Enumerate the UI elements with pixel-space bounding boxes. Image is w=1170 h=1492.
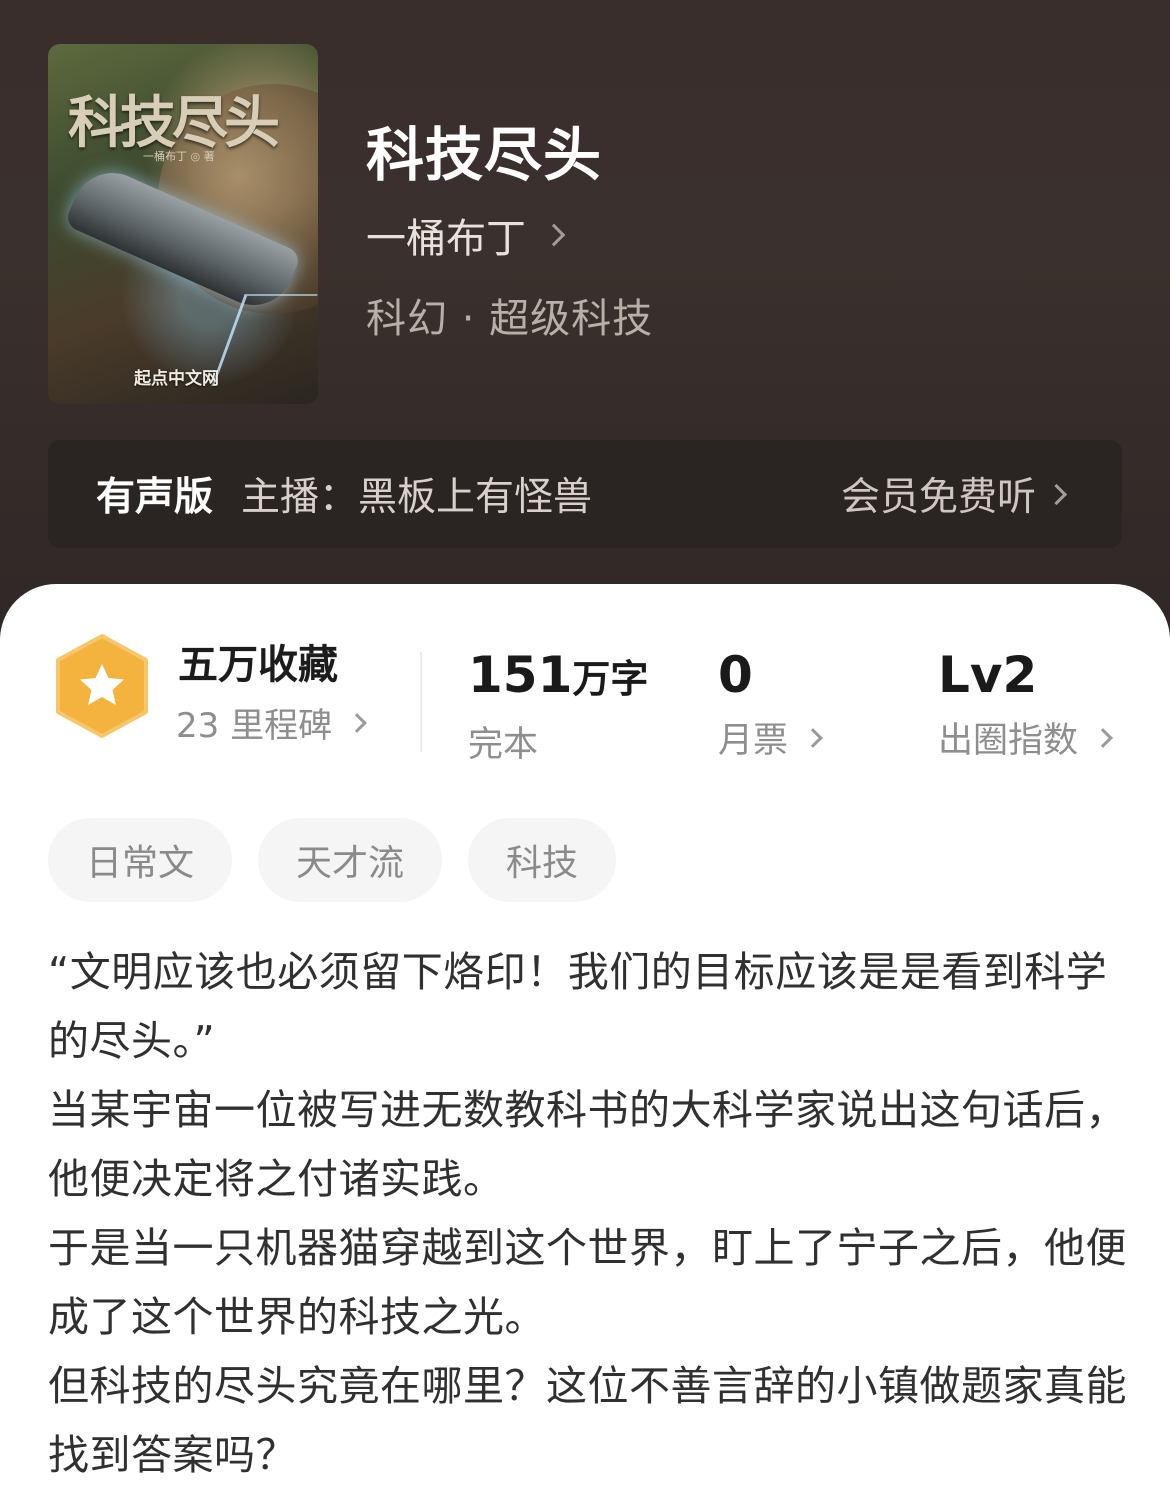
- book-cover[interactable]: 科技尽头 一桶布丁 ◎ 著 起点中文网: [48, 44, 318, 404]
- cover-author: 一桶布丁 ◎ 著: [143, 150, 215, 163]
- book-synopsis[interactable]: “文明应该也必须留下烙印！我们的目标应该是是看到科学的尽头。” 当某宇宙一位被写…: [48, 938, 1128, 1490]
- tag-chip[interactable]: 天才流: [258, 818, 443, 902]
- tag-list: 日常文 天才流 科技: [48, 818, 617, 902]
- synopsis-paragraph: “文明应该也必须留下烙印！我们的目标应该是是看到科学的尽头。”: [48, 948, 1108, 1065]
- chevron-right-icon: [1045, 483, 1068, 505]
- word-count-stat: 151万字 完本: [468, 646, 648, 767]
- monthly-votes-label: 月票: [718, 721, 789, 761]
- monthly-votes-value: 0: [718, 646, 753, 704]
- popularity-level-value: Lv2: [938, 646, 1038, 704]
- book-title: 科技尽头: [366, 121, 603, 189]
- milestone-count: 23 里程碑: [176, 706, 333, 746]
- chevron-right-icon: [803, 727, 823, 748]
- author-name: 一桶布丁: [366, 216, 526, 262]
- tag-chip[interactable]: 日常文: [48, 818, 233, 902]
- chevron-right-icon: [347, 712, 367, 733]
- synopsis-paragraph: 于是当一只机器猫穿越到这个世界，盯上了宁子之后，他便成了这个世界的科技之光。: [48, 1224, 1127, 1341]
- completion-status: 完本: [468, 725, 539, 765]
- word-count-value: 151: [468, 646, 573, 704]
- popularity-index-label: 出圈指数: [938, 721, 1079, 761]
- audio-version-bar[interactable]: 有声版 主播：黑板上有怪兽 会员免费听: [48, 440, 1122, 548]
- tag-chip[interactable]: 科技: [468, 818, 617, 902]
- cover-publisher: 起点中文网: [134, 369, 219, 389]
- synopsis-paragraph: 但科技的尽头究竟在哪里？这位不善言辞的小镇做题家真能找到答案吗？: [48, 1362, 1127, 1479]
- book-genre: 科幻 · 超级科技: [366, 296, 654, 342]
- audio-narrator: 主播：黑板上有怪兽: [241, 475, 593, 520]
- popularity-index-stat[interactable]: Lv2 出圈指数: [938, 646, 1113, 763]
- author-link[interactable]: 一桶布丁: [366, 206, 566, 264]
- milestone-title: 五万收藏: [178, 642, 338, 688]
- cover-lightning-art: [211, 294, 318, 386]
- synopsis-paragraph: 当某宇宙一位被写进无数教科书的大科学家说出这句话后，他便决定将之付诸实践。: [48, 1086, 1127, 1203]
- stats-divider: [420, 652, 422, 752]
- chevron-right-icon: [1093, 727, 1113, 748]
- cover-title: 科技尽头: [68, 91, 280, 156]
- word-count-unit: 万字: [572, 657, 649, 701]
- member-free-listen-link[interactable]: 会员免费听: [841, 466, 1036, 522]
- milestone-link[interactable]: 23 里程碑: [176, 698, 367, 747]
- audio-label: 有声版: [96, 475, 214, 520]
- monthly-votes-stat[interactable]: 0 月票: [718, 646, 823, 763]
- book-header: 科技尽头 一桶布丁 ◎ 著 起点中文网 科技尽头 一桶布丁 科幻 · 超级科技 …: [0, 0, 1170, 640]
- chevron-right-icon: [542, 223, 566, 247]
- star-badge-icon[interactable]: [52, 632, 152, 740]
